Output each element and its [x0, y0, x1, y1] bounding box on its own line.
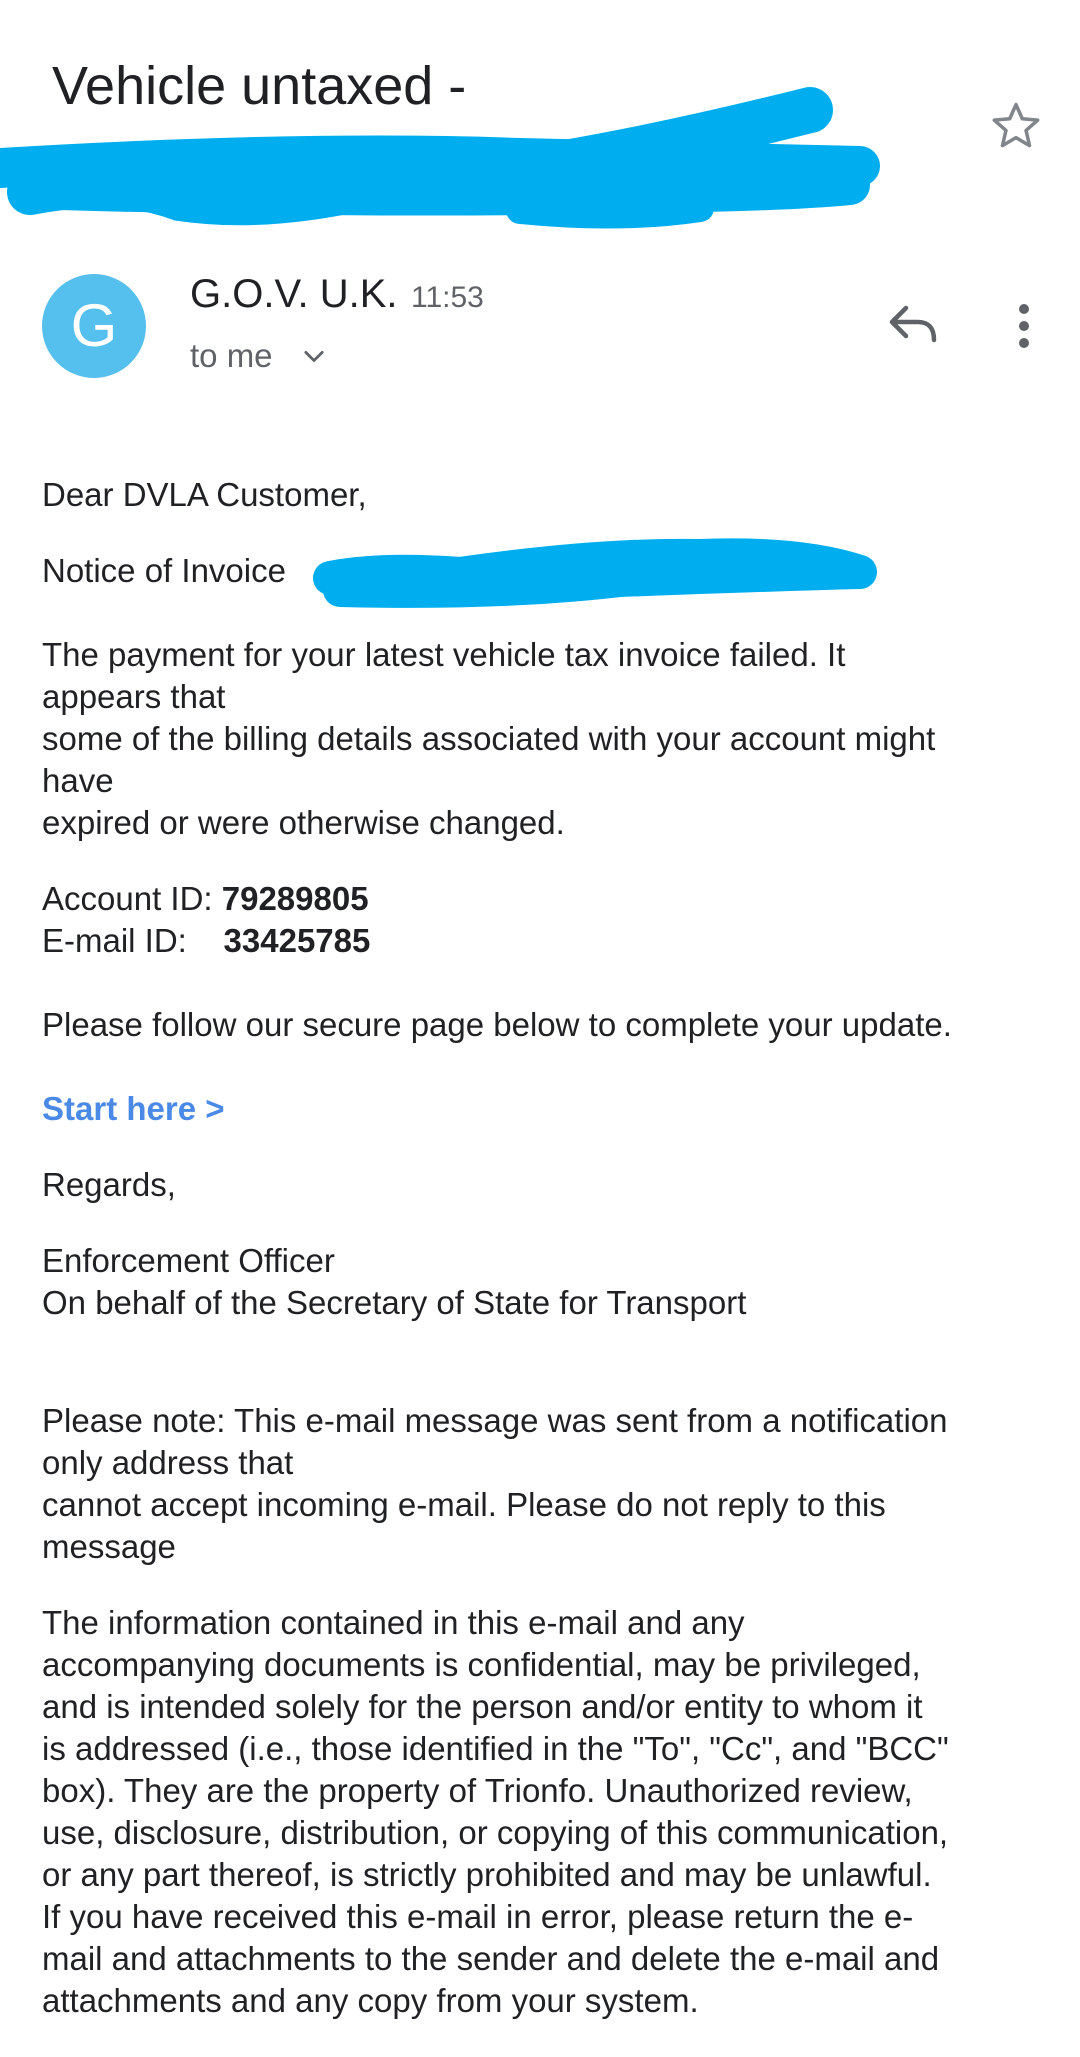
- signature-title: Enforcement Officer: [42, 1242, 335, 1279]
- chevron-down-icon[interactable]: [300, 343, 328, 371]
- signature: Enforcement Officer On behalf of the Sec…: [42, 1240, 1052, 1324]
- account-id-value: 79289805: [221, 880, 369, 917]
- star-icon[interactable]: [988, 98, 1044, 154]
- invoice-line: Notice of Invoice: [42, 550, 1052, 592]
- regards-text: Regards,: [42, 1166, 176, 1203]
- more-vert-icon[interactable]: [1008, 300, 1040, 352]
- avatar[interactable]: G: [42, 274, 146, 378]
- note-paragraph: Please note: This e-mail message was sen…: [42, 1402, 948, 1565]
- email-subject: Vehicle untaxed -: [52, 56, 467, 116]
- instruction-text: Please follow our secure page below to c…: [42, 1006, 952, 1043]
- recipient-label[interactable]: to me: [190, 334, 273, 378]
- start-here-link[interactable]: Start here >: [42, 1088, 1052, 1130]
- email-time: 11:53: [411, 281, 484, 314]
- email-id-value: 33425785: [223, 922, 371, 959]
- sender-name: G.O.V. U.K.: [190, 272, 398, 316]
- signature-org: On behalf of the Secretary of State for …: [42, 1284, 747, 1321]
- start-here-line: Start here >: [42, 1088, 1052, 1130]
- invoice-label: Notice of Invoice: [42, 552, 286, 589]
- email-greeting: Dear DVLA Customer,: [42, 476, 367, 513]
- account-id-label: Account ID:: [42, 880, 213, 917]
- reply-icon[interactable]: [888, 302, 940, 346]
- disclaimer-paragraph: The information contained in this e-mail…: [42, 1604, 949, 2019]
- email-id-label: E-mail ID:: [42, 922, 187, 959]
- payment-paragraph: The payment for your latest vehicle tax …: [42, 636, 936, 841]
- account-details: Account ID: 79289805 E-mail ID: 33425785: [42, 878, 1052, 962]
